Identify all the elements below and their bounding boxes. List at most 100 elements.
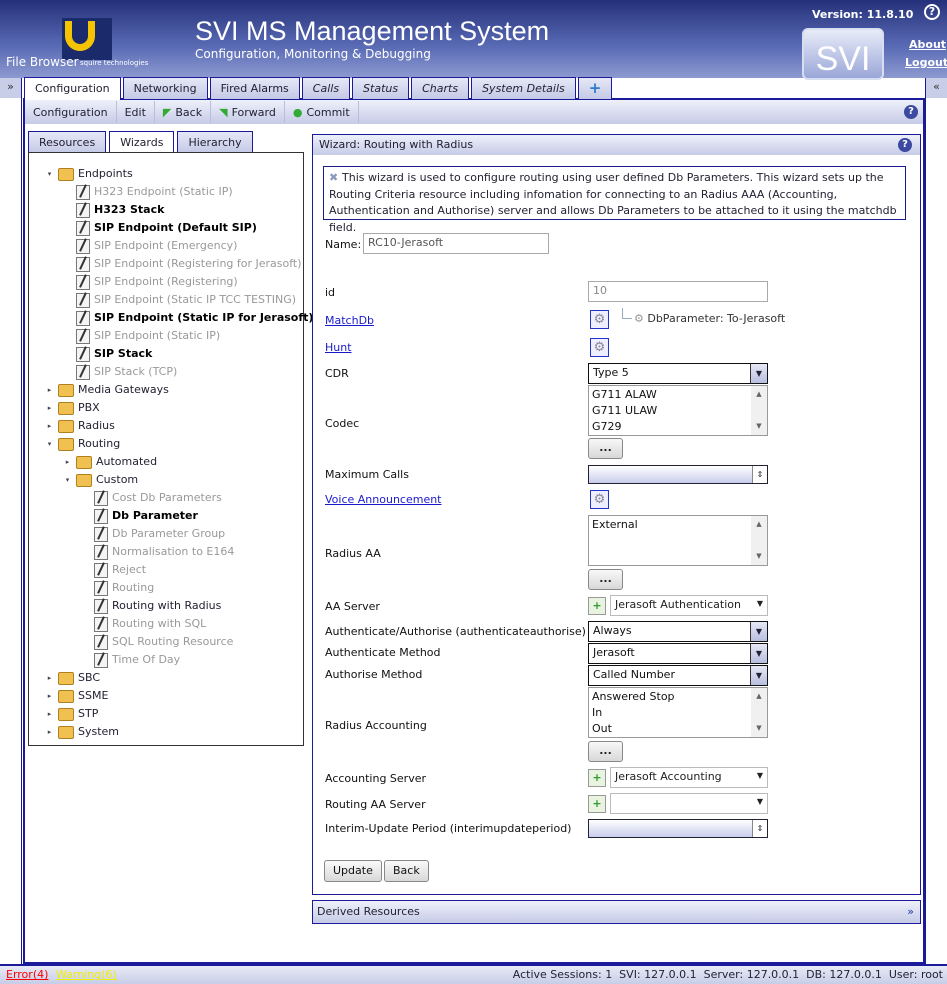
- tab-resources[interactable]: Resources: [28, 131, 107, 153]
- tree-item[interactable]: SIP Endpoint (Emergency): [63, 237, 237, 255]
- configuration-menu[interactable]: Configuration: [25, 101, 117, 123]
- list-item[interactable]: G711 ULAW: [592, 403, 764, 419]
- tree-item[interactable]: Cost Db Parameters: [81, 489, 222, 507]
- tab-fired-alarms[interactable]: Fired Alarms: [209, 77, 300, 99]
- tree-item[interactable]: Time Of Day: [81, 651, 180, 669]
- tree-item[interactable]: SIP Stack (TCP): [63, 363, 177, 381]
- toggle-icon[interactable]: ▸: [45, 404, 54, 413]
- interim-input[interactable]: ⇕: [588, 819, 768, 838]
- toolbar-help-icon[interactable]: ?: [904, 105, 918, 119]
- scrollbar[interactable]: ▲ ▼: [751, 688, 767, 737]
- list-item[interactable]: External: [592, 517, 764, 533]
- matchdb-gear-icon[interactable]: ⚙: [590, 310, 609, 329]
- tree-item[interactable]: H323 Endpoint (Static IP): [63, 183, 233, 201]
- hunt-link[interactable]: Hunt: [325, 341, 352, 354]
- file-browser-link[interactable]: File Browser: [6, 55, 79, 69]
- hunt-gear-icon[interactable]: ⚙: [590, 338, 609, 357]
- toggle-icon[interactable]: ▾: [45, 170, 54, 179]
- tree-item[interactable]: SQL Routing Resource: [81, 633, 233, 651]
- add-tab-button[interactable]: +: [577, 77, 613, 99]
- spinner-icon[interactable]: ⇕: [752, 466, 767, 483]
- tree-item[interactable]: Routing with Radius: [81, 597, 221, 615]
- name-input[interactable]: RC10-Jerasoft: [363, 233, 549, 254]
- tree-item[interactable]: SIP Endpoint (Static IP TCC TESTING): [63, 291, 296, 309]
- expand-icon[interactable]: »: [907, 901, 914, 923]
- list-item[interactable]: G711 ALAW: [592, 387, 764, 403]
- codec-list[interactable]: G711 ALAW G711 ULAW G729 ▲ ▼: [588, 385, 768, 436]
- tree-item[interactable]: ▸ Media Gateways: [45, 381, 169, 399]
- radius-accounting-more-button[interactable]: ...: [588, 741, 623, 762]
- commit-button[interactable]: ● Commit: [285, 101, 359, 123]
- tab-system-details[interactable]: System Details: [471, 77, 576, 99]
- id-input[interactable]: 10: [588, 281, 768, 302]
- matchdb-link[interactable]: MatchDb: [325, 314, 374, 327]
- list-item[interactable]: In: [592, 705, 764, 721]
- auth-method-select[interactable]: Jerasoft ▼: [588, 643, 768, 664]
- radius-aa-more-button[interactable]: ...: [588, 569, 623, 590]
- tab-status[interactable]: Status: [352, 77, 410, 99]
- toggle-icon[interactable]: ▸: [45, 386, 54, 395]
- matchdb-child[interactable]: ⚙ DbParameter: To-Jerasoft: [634, 312, 785, 325]
- tree-item[interactable]: ▾ Routing: [45, 435, 120, 453]
- radius-accounting-list[interactable]: Answered Stop In Out ▲ ▼: [588, 687, 768, 738]
- tab-wizards[interactable]: Wizards: [109, 131, 175, 153]
- list-item[interactable]: Out: [592, 721, 764, 737]
- edit-menu[interactable]: Edit: [117, 101, 155, 123]
- tree-item[interactable]: ▸ STP: [45, 705, 98, 723]
- warning-link[interactable]: Warning(6): [56, 966, 117, 984]
- toggle-icon[interactable]: ▾: [63, 476, 72, 485]
- add-icon[interactable]: +: [588, 768, 606, 787]
- forward-button[interactable]: ◥ Forward: [211, 101, 285, 123]
- tab-charts[interactable]: Charts: [411, 77, 470, 99]
- tree-item[interactable]: Db Parameter Group: [81, 525, 225, 543]
- back-button[interactable]: ◤ Back: [155, 101, 212, 123]
- toggle-icon[interactable]: ▸: [45, 728, 54, 737]
- tree-item[interactable]: Routing with SQL: [81, 615, 206, 633]
- list-item[interactable]: Answered Stop: [592, 689, 764, 705]
- authauth-select[interactable]: Always ▼: [588, 621, 768, 642]
- list-item[interactable]: G729: [592, 419, 764, 435]
- tree-item[interactable]: SIP Stack: [63, 345, 152, 363]
- cdr-select[interactable]: Type 5 ▼: [588, 363, 768, 384]
- derived-resources-header[interactable]: Derived Resources »: [312, 900, 921, 924]
- tree-item[interactable]: ▸ SBC: [45, 669, 100, 687]
- accounting-server-select[interactable]: + Jerasoft Accounting ▼: [588, 767, 768, 788]
- logout-link[interactable]: Logout: [905, 56, 947, 69]
- scrollbar[interactable]: ▲ ▼: [751, 516, 767, 565]
- tree-item[interactable]: ▾ Endpoints: [45, 165, 133, 183]
- max-calls-input[interactable]: ⇕: [588, 465, 768, 484]
- tree-item[interactable]: Db Parameter: [81, 507, 198, 525]
- back-form-button[interactable]: Back: [384, 860, 429, 882]
- toggle-icon[interactable]: ▸: [45, 710, 54, 719]
- routing-aa-select[interactable]: + ▼: [588, 793, 768, 814]
- tree-item[interactable]: Routing: [81, 579, 154, 597]
- tree-item[interactable]: SIP Endpoint (Default SIP): [63, 219, 257, 237]
- voice-gear-icon[interactable]: ⚙: [590, 490, 609, 509]
- expand-right-button[interactable]: «: [926, 78, 947, 98]
- error-link[interactable]: Error(4): [6, 966, 48, 984]
- tree-item[interactable]: ▸ System: [45, 723, 119, 741]
- tab-networking[interactable]: Networking: [122, 77, 208, 99]
- update-button[interactable]: Update: [324, 860, 382, 882]
- toggle-icon[interactable]: ▾: [45, 440, 54, 449]
- tab-hierarchy[interactable]: Hierarchy: [177, 131, 253, 153]
- wizard-help-icon[interactable]: ?: [898, 138, 912, 152]
- tree-item[interactable]: SIP Endpoint (Registering): [63, 273, 238, 291]
- tree-item[interactable]: H323 Stack: [63, 201, 164, 219]
- toggle-icon[interactable]: ▸: [45, 422, 54, 431]
- tree-item[interactable]: ▸ PBX: [45, 399, 100, 417]
- tree-item[interactable]: ▸ Radius: [45, 417, 115, 435]
- tree-item[interactable]: ▸ Automated: [63, 453, 157, 471]
- tree-item[interactable]: ▸ SSME: [45, 687, 108, 705]
- authorise-method-select[interactable]: Called Number ▼: [588, 665, 768, 686]
- voice-announcement-link[interactable]: Voice Announcement: [325, 493, 442, 506]
- help-icon[interactable]: ?: [924, 4, 940, 20]
- add-icon[interactable]: +: [588, 596, 606, 615]
- toggle-icon[interactable]: ▸: [45, 692, 54, 701]
- add-icon[interactable]: +: [588, 794, 606, 813]
- tab-calls[interactable]: Calls: [301, 77, 351, 99]
- tree-item[interactable]: SIP Endpoint (Static IP for Jerasoft): [63, 309, 313, 327]
- tree-item[interactable]: ▾ Custom: [63, 471, 138, 489]
- tree-item[interactable]: Reject: [81, 561, 146, 579]
- aa-server-select[interactable]: + Jerasoft Authentication ▼: [588, 595, 768, 616]
